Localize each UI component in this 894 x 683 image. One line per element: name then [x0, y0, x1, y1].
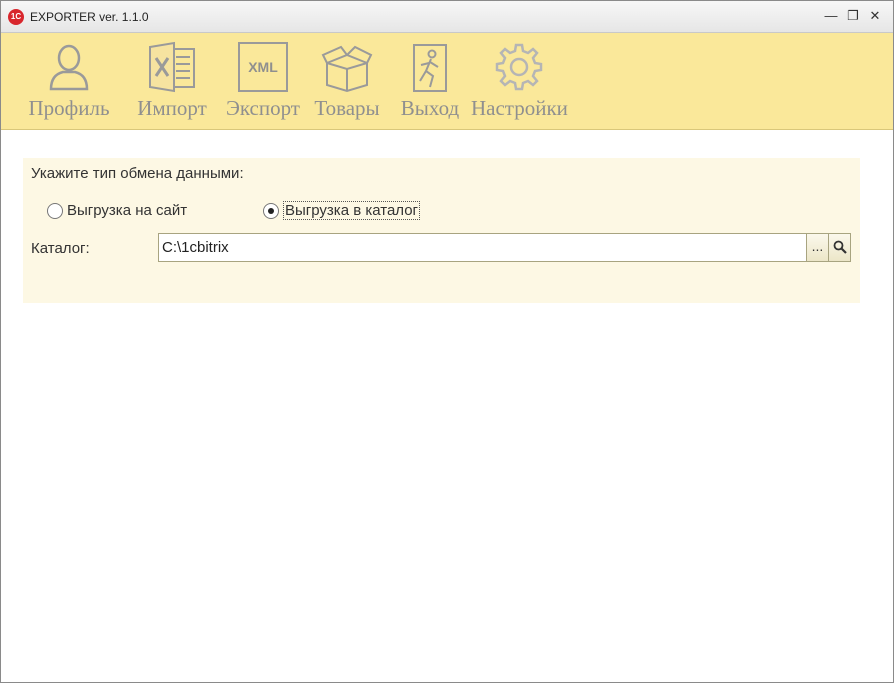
app-logo-icon: 1C	[8, 9, 24, 25]
toolbar-profile-button[interactable]: Профиль	[23, 33, 115, 129]
toolbar-label: Импорт	[137, 96, 207, 120]
radio-upload-to-catalog[interactable]: Выгрузка в каталог	[263, 201, 463, 222]
user-icon	[49, 44, 89, 91]
toolbar-label: Настройки	[471, 96, 568, 120]
radio-circle[interactable]	[47, 203, 63, 219]
radio-label: Выгрузка на сайт	[67, 202, 188, 219]
window-title: EXPORTER ver. 1.1.0	[30, 10, 149, 24]
toolbar-export-button[interactable]: XML Экспорт	[223, 33, 303, 129]
browse-button[interactable]: ...	[806, 233, 829, 262]
toolbar-exit-button[interactable]: Выход	[397, 33, 463, 129]
close-button[interactable]: ✕	[864, 6, 886, 26]
toolbar-label: Экспорт	[225, 96, 300, 120]
toolbar-label: Профиль	[28, 96, 110, 120]
catalog-label: Каталог:	[31, 240, 90, 257]
radio-dot	[268, 208, 274, 214]
toolbar-settings-button[interactable]: Настройки	[471, 33, 568, 129]
toolbar-import-button[interactable]: Импорт	[132, 33, 212, 129]
radio-circle-selected[interactable]	[263, 203, 279, 219]
box-icon	[321, 45, 373, 93]
exchange-type-prompt: Укажите тип обмена данными:	[31, 165, 244, 182]
minimize-button[interactable]: —	[820, 6, 842, 26]
catalog-search-button[interactable]	[828, 233, 851, 262]
app-window: 1C EXPORTER ver. 1.1.0 — ❐ ✕ Профиль Имп…	[0, 0, 894, 683]
exchange-settings-panel: Укажите тип обмена данными: Выгрузка на …	[23, 158, 860, 303]
toolbar-label: Товары	[314, 96, 380, 120]
exit-icon	[413, 44, 447, 92]
excel-icon	[149, 41, 195, 93]
restore-button[interactable]: ❐	[842, 6, 864, 26]
gear-icon	[495, 43, 543, 91]
xml-icon: XML	[238, 42, 288, 92]
search-icon	[833, 240, 847, 254]
radio-upload-to-site[interactable]: Выгрузка на сайт	[47, 202, 217, 222]
toolbar-products-button[interactable]: Товары	[312, 33, 382, 129]
radio-label: Выгрузка в каталог	[283, 201, 421, 220]
catalog-path-input[interactable]: C:\1cbitrix	[158, 233, 807, 262]
toolbar-label: Выход	[400, 96, 460, 120]
title-bar: 1C EXPORTER ver. 1.1.0 — ❐ ✕	[1, 1, 893, 33]
main-toolbar: Профиль Импорт XML Экспорт Товары Выход …	[1, 33, 893, 130]
